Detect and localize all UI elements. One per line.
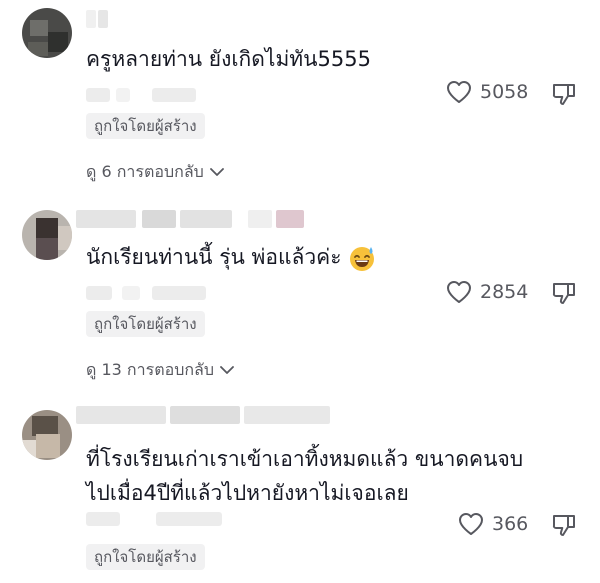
comment-text: ครูหลายท่าน ยังเกิดไม่ทัน5555 (86, 47, 371, 71)
like-button[interactable]: 366 (458, 512, 528, 536)
sweat-smile-emoji-icon (349, 247, 374, 271)
like-count: 2854 (480, 281, 529, 303)
comment-text-line2: ไปเมื่อ4ปีที่แล้วไปหายังหาไม่เจอเลย (86, 481, 409, 505)
thumbs-down-icon[interactable] (551, 81, 577, 107)
avatar[interactable] (22, 210, 72, 260)
view-replies-label: ดู 13 การตอบกลับ (86, 360, 214, 379)
comment-item: นักเรียนท่านนี้ รุ่น พ่อแล้วค่ะ ถูกใจโดย… (0, 200, 600, 390)
chevron-down-icon (209, 168, 224, 176)
view-replies-label: ดู 6 การตอบกลับ (86, 162, 204, 181)
thumbs-down-icon[interactable] (551, 280, 577, 306)
comment-text: นักเรียนท่านนี้ รุ่น พ่อแล้วค่ะ (86, 242, 376, 272)
timestamp-redacted (86, 286, 206, 300)
username-redacted[interactable] (76, 406, 330, 424)
timestamp-redacted (86, 512, 222, 526)
chevron-down-icon (220, 366, 234, 374)
view-replies-button[interactable]: ดู 13 การตอบกลับ (86, 358, 234, 383)
like-count: 366 (492, 513, 529, 535)
avatar[interactable] (22, 8, 72, 58)
comment-item: ครูหลายท่าน ยังเกิดไม่ทัน5555 ถูกใจโดยผู… (0, 0, 600, 190)
liked-by-creator-badge: ถูกใจโดยผู้สร้าง (86, 311, 205, 337)
heart-outline-icon (447, 81, 471, 103)
view-replies-button[interactable]: ดู 6 การตอบกลับ (86, 160, 224, 185)
comment-item: ที่โรงเรียนเก่าเราเข้าเอาทิ้งหมดแล้ว ขนา… (0, 400, 600, 583)
avatar[interactable] (22, 410, 72, 460)
comment-text-content: นักเรียนท่านนี้ รุ่น พ่อแล้วค่ะ (86, 245, 342, 269)
heart-outline-icon (447, 281, 471, 303)
thumbs-down-icon[interactable] (551, 512, 577, 538)
username-redacted[interactable] (86, 10, 110, 28)
like-button[interactable]: 2854 (446, 280, 528, 304)
username-redacted[interactable] (76, 210, 308, 228)
like-button[interactable]: 5058 (446, 80, 528, 104)
liked-by-creator-badge: ถูกใจโดยผู้สร้าง (86, 544, 205, 570)
timestamp-redacted (86, 88, 196, 102)
liked-by-creator-badge: ถูกใจโดยผู้สร้าง (86, 113, 205, 139)
heart-outline-icon (459, 513, 483, 535)
like-count: 5058 (480, 81, 529, 103)
comment-text-line1: ที่โรงเรียนเก่าเราเข้าเอาทิ้งหมดแล้ว ขนา… (86, 447, 524, 471)
